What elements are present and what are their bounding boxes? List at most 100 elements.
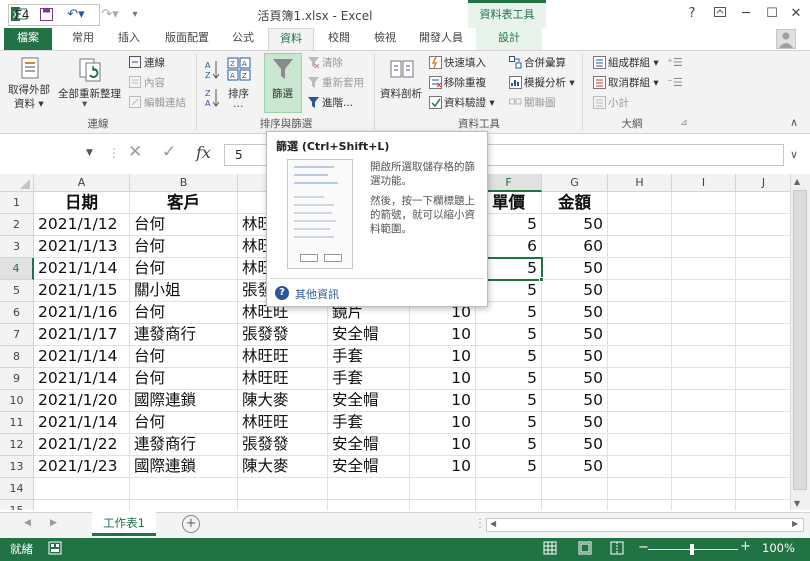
table-cell[interactable]: 手套 — [328, 346, 410, 368]
table-cell[interactable]: 台何 — [130, 346, 238, 368]
hide-detail-icon[interactable]: ⁻☰ — [667, 75, 683, 89]
table-cell[interactable] — [672, 214, 736, 236]
page-break-view-icon[interactable] — [610, 541, 624, 558]
table-cell[interactable]: 2021/1/20 — [34, 390, 130, 412]
table-cell[interactable] — [608, 302, 672, 324]
table-cell[interactable] — [672, 434, 736, 456]
tab-data[interactable]: 資料 — [268, 28, 314, 50]
name-box-dropdown-icon[interactable]: ▼ — [86, 148, 93, 158]
refresh-all-label[interactable]: 全部重新整理 — [58, 86, 121, 101]
connections-label[interactable]: 連線 — [144, 55, 165, 70]
table-cell[interactable]: 張發發 — [238, 434, 328, 456]
table-cell[interactable] — [608, 346, 672, 368]
remove-duplicates-icon[interactable] — [428, 75, 442, 89]
table-cell[interactable] — [736, 456, 790, 478]
table-cell[interactable]: 50 — [542, 280, 608, 302]
table-cell[interactable] — [608, 280, 672, 302]
vertical-scroll-thumb[interactable] — [793, 190, 807, 490]
page-layout-view-icon[interactable] — [578, 541, 592, 558]
flash-fill-icon[interactable] — [428, 55, 442, 69]
table-cell[interactable] — [672, 456, 736, 478]
show-detail-icon[interactable]: ⁺☰ — [667, 55, 683, 69]
table-cell[interactable] — [608, 434, 672, 456]
normal-view-icon[interactable] — [543, 541, 557, 558]
table-cell[interactable] — [34, 478, 130, 500]
table-cell[interactable] — [328, 478, 410, 500]
table-cell[interactable]: 連發商行 — [130, 434, 238, 456]
table-cell[interactable]: 10 — [410, 390, 476, 412]
collapse-ribbon-icon[interactable]: ∧ — [790, 116, 798, 129]
group-label[interactable]: 組成群組 ▾ — [608, 55, 659, 70]
table-cell[interactable] — [672, 324, 736, 346]
table-cell[interactable]: 林旺旺 — [238, 346, 328, 368]
confirm-entry-icon[interactable]: ✓ — [162, 142, 176, 162]
table-cell[interactable]: 50 — [542, 456, 608, 478]
table-cell[interactable]: 2021/1/14 — [34, 258, 130, 280]
tab-formulas[interactable]: 公式 — [222, 28, 264, 50]
table-cell[interactable]: 台何 — [130, 368, 238, 390]
table-cell[interactable]: 安全帽 — [328, 324, 410, 346]
table-cell[interactable] — [608, 478, 672, 500]
table-cell[interactable]: 10 — [410, 346, 476, 368]
table-cell[interactable]: 手套 — [328, 368, 410, 390]
row-header-3[interactable]: 3 — [0, 236, 34, 258]
table-cell[interactable] — [736, 324, 790, 346]
table-cell[interactable]: 50 — [542, 302, 608, 324]
table-cell[interactable] — [542, 500, 608, 510]
insert-function-icon[interactable]: fx — [196, 143, 211, 162]
column-header-j[interactable]: J — [736, 174, 790, 192]
table-cell[interactable] — [736, 434, 790, 456]
help-button[interactable]: ? — [678, 4, 706, 24]
tab-file[interactable]: 檔案 — [4, 28, 52, 50]
table-cell[interactable] — [736, 412, 790, 434]
tooltip-more-info-link[interactable]: 其他資訊 — [295, 286, 339, 302]
macro-record-icon[interactable] — [48, 541, 62, 558]
table-cell[interactable]: 10 — [410, 412, 476, 434]
scroll-up-icon[interactable]: ▲ — [794, 177, 800, 186]
scroll-right-icon[interactable]: ▶ — [792, 519, 798, 528]
table-cell[interactable] — [736, 500, 790, 510]
column-header-a[interactable]: A — [34, 174, 130, 192]
outline-dialog-launcher-icon[interactable]: ⊿ — [680, 118, 688, 128]
table-cell[interactable]: 安全帽 — [328, 434, 410, 456]
table-cell[interactable]: 台何 — [130, 258, 238, 280]
table-cell[interactable] — [736, 214, 790, 236]
table-cell[interactable] — [736, 346, 790, 368]
tab-review[interactable]: 校閱 — [318, 28, 360, 50]
table-cell[interactable]: 2021/1/13 — [34, 236, 130, 258]
sort-descending-icon[interactable]: ZA — [204, 86, 220, 110]
table-cell[interactable] — [476, 478, 542, 500]
data-validation-icon[interactable] — [428, 95, 442, 109]
ribbon-display-options-icon[interactable] — [706, 4, 734, 24]
table-cell[interactable] — [608, 258, 672, 280]
tab-design[interactable]: 設計 — [476, 28, 542, 50]
table-cell[interactable] — [672, 478, 736, 500]
text-to-columns-label[interactable]: 資料剖析 — [380, 86, 422, 101]
table-cell[interactable] — [328, 500, 410, 510]
row-header-7[interactable]: 7 — [0, 324, 34, 346]
horizontal-scrollbar[interactable] — [486, 518, 804, 532]
table-cell[interactable]: 台何 — [130, 412, 238, 434]
table-cell[interactable]: 林旺旺 — [238, 368, 328, 390]
table-cell[interactable] — [672, 390, 736, 412]
row-header-9[interactable]: 9 — [0, 368, 34, 390]
table-cell[interactable] — [672, 236, 736, 258]
row-header-8[interactable]: 8 — [0, 346, 34, 368]
user-avatar[interactable] — [776, 29, 796, 49]
table-cell[interactable] — [410, 478, 476, 500]
minimize-icon[interactable]: ─ — [732, 4, 760, 24]
table-cell[interactable]: 50 — [542, 258, 608, 280]
column-header-g[interactable]: G — [542, 174, 608, 192]
table-cell[interactable] — [476, 500, 542, 510]
table-cell[interactable]: 5 — [476, 412, 542, 434]
advanced-label[interactable]: 進階... — [322, 95, 353, 110]
row-header-14[interactable]: 14 — [0, 478, 34, 500]
table-cell[interactable]: 連發商行 — [130, 324, 238, 346]
table-cell[interactable]: 陳大麥 — [238, 456, 328, 478]
filter-label[interactable]: 篩選 — [272, 86, 293, 101]
table-cell[interactable]: 5 — [476, 346, 542, 368]
zoom-in-icon[interactable]: + — [740, 539, 751, 554]
table-cell[interactable] — [130, 500, 238, 510]
tab-view[interactable]: 檢視 — [364, 28, 406, 50]
table-cell[interactable] — [672, 280, 736, 302]
